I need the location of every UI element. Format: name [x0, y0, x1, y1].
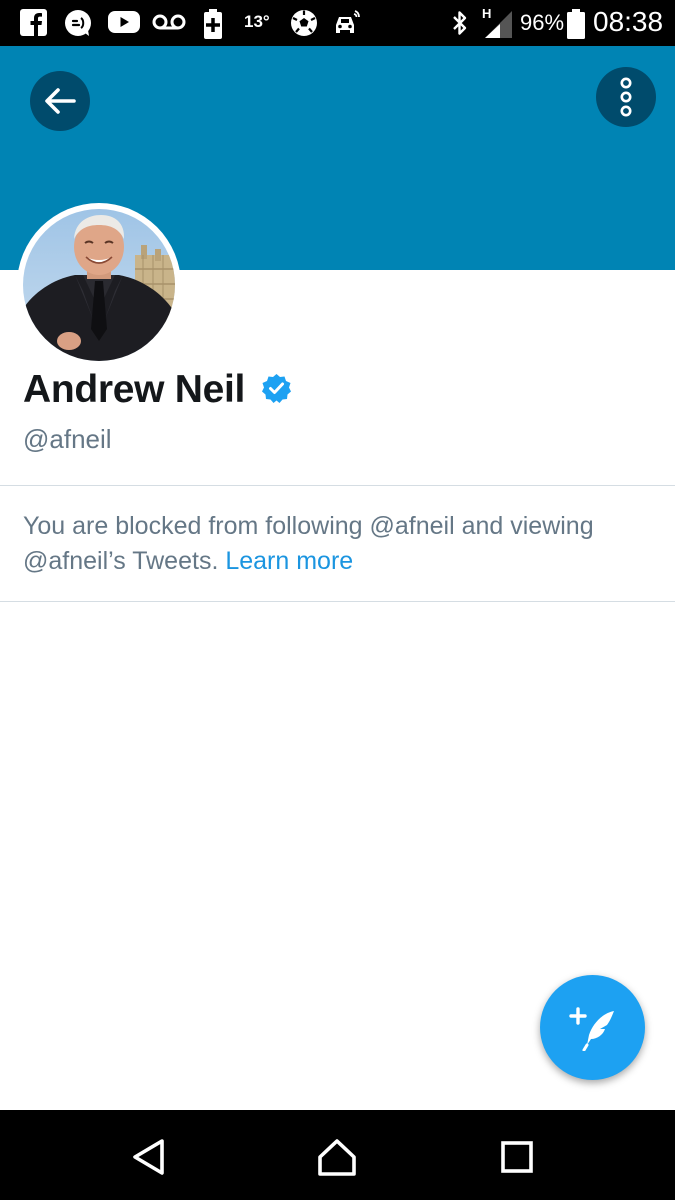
home-icon: [317, 1137, 357, 1177]
status-bar: 13° H 96% 08:38: [0, 0, 675, 46]
vertical-dots-icon: [618, 77, 634, 117]
avatar-frame[interactable]: [17, 203, 181, 367]
avatar: [23, 209, 175, 361]
divider: [0, 485, 675, 486]
messenger-icon: [64, 9, 92, 37]
learn-more-link[interactable]: Learn more: [225, 547, 353, 575]
football-icon: [290, 9, 318, 37]
facebook-icon: [20, 9, 47, 36]
recents-icon: [500, 1140, 534, 1174]
battery-icon: [567, 9, 585, 39]
compose-tweet-button[interactable]: [540, 975, 645, 1080]
bluetooth-icon: [450, 9, 470, 37]
arrow-left-icon: [43, 86, 77, 116]
profile-handle: @afneil: [23, 424, 112, 454]
signal-icon: [484, 9, 514, 39]
car-icon: [333, 9, 363, 37]
blocked-notice: You are blocked from following @afneil a…: [23, 509, 653, 579]
nav-back-button[interactable]: [124, 1132, 174, 1182]
nav-home-button[interactable]: [312, 1132, 362, 1182]
divider: [0, 601, 675, 602]
battery-percentage: 96%: [520, 10, 565, 35]
compose-tweet-icon: [567, 1005, 619, 1051]
more-options-button[interactable]: [596, 67, 656, 127]
battery-saver-icon: [203, 9, 223, 39]
clock: 08:38: [593, 6, 664, 37]
nav-recents-button[interactable]: [492, 1132, 542, 1182]
voicemail-icon: [152, 9, 186, 35]
navigation-bar: [0, 1110, 675, 1200]
verified-badge-icon: [261, 373, 292, 404]
profile-display-name: Andrew Neil: [23, 368, 246, 411]
temperature-text: 13°: [244, 12, 270, 31]
back-icon: [131, 1138, 167, 1176]
back-button[interactable]: [30, 71, 90, 131]
youtube-icon: [108, 9, 140, 35]
